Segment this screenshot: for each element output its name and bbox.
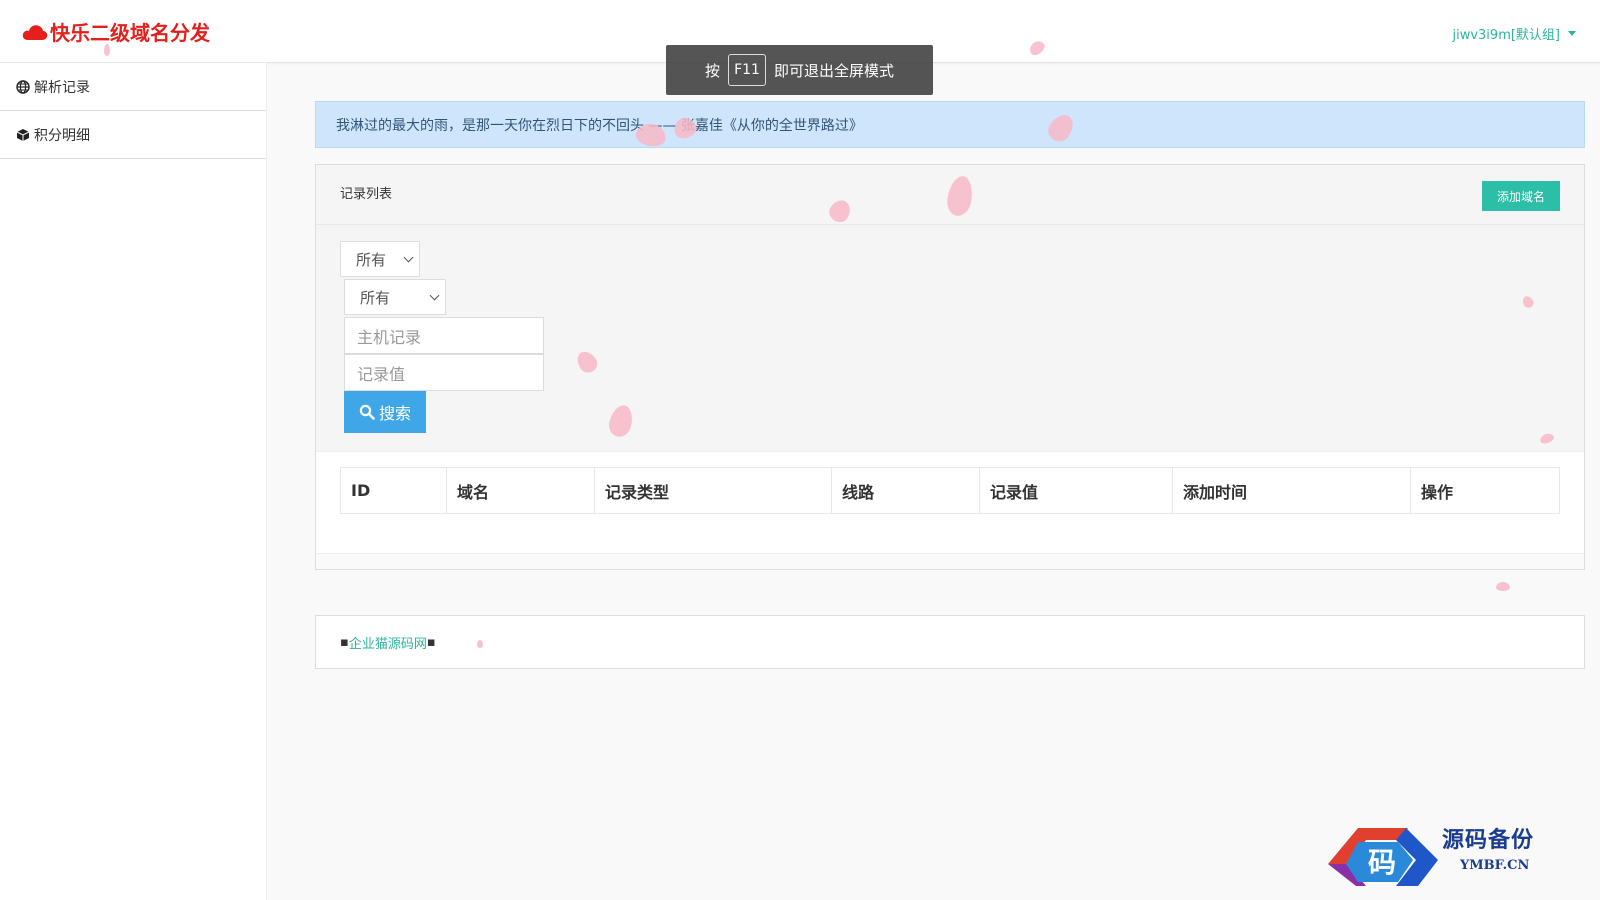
- globe-icon: [16, 79, 30, 94]
- footer-bullet-left: ▪: [340, 634, 349, 650]
- search-button[interactable]: 搜索: [344, 391, 426, 433]
- footer: ▪ 企业猫源码网 ▪: [315, 615, 1585, 669]
- toast-suffix: 即可退出全屏模式: [773, 61, 894, 80]
- sidebar-item-label: 解析记录: [34, 79, 90, 96]
- column-header-add-time[interactable]: 添加时间: [1172, 467, 1411, 514]
- footer-link[interactable]: 企业猫源码网: [349, 633, 427, 652]
- petal-decoration: [104, 44, 110, 56]
- column-header-actions[interactable]: 操作: [1410, 467, 1560, 514]
- sidebar-item-records[interactable]: 解析记录: [0, 63, 266, 111]
- chevron-down-icon: [429, 290, 440, 301]
- watermark-domain: YMBF.CN: [1460, 858, 1530, 873]
- table-header-row: ID 域名 记录类型 线路 记录值 添加时间 操作: [340, 467, 1560, 514]
- records-panel: 记录列表 添加域名 所有 所有 主机记录 记录值 搜索 ID 域名 记录类型 线…: [315, 164, 1585, 570]
- column-header-record-type[interactable]: 记录类型: [594, 467, 832, 514]
- search-button-label: 搜索: [378, 404, 411, 423]
- cloud-icon: [22, 24, 48, 40]
- sidebar-item-label: 积分明细: [34, 127, 90, 144]
- user-name: jiwv3i9m[默认组]: [1452, 28, 1560, 43]
- petal-decoration: [1496, 582, 1510, 591]
- toast-key: F11: [728, 54, 766, 86]
- filter-area: 所有 所有 主机记录 记录值 搜索: [316, 225, 1584, 452]
- column-header-line[interactable]: 线路: [831, 467, 980, 514]
- watermark-title: 源码备份: [1442, 827, 1535, 853]
- sidebar-item-points[interactable]: 积分明细: [0, 111, 266, 159]
- chevron-down-icon: [403, 252, 414, 263]
- host-record-input[interactable]: 主机记录: [344, 317, 544, 354]
- toast-prefix: 按: [705, 61, 721, 80]
- sidebar: 解析记录 积分明细: [0, 63, 267, 900]
- panel-footer: [316, 553, 1584, 569]
- column-header-id[interactable]: ID: [340, 467, 447, 514]
- caret-down-icon: [1568, 31, 1576, 36]
- add-domain-button[interactable]: 添加域名: [1482, 181, 1560, 211]
- brand-title: 快乐二级域名分发: [50, 21, 210, 45]
- cube-icon: [16, 128, 30, 141]
- line-select-value: 所有: [360, 288, 391, 307]
- records-table: ID 域名 记录类型 线路 记录值 添加时间 操作: [340, 467, 1560, 514]
- fullscreen-toast: 按 F11 即可退出全屏模式: [666, 45, 933, 95]
- brand-logo[interactable]: 快乐二级域名分发: [22, 17, 210, 46]
- host-record-placeholder: 主机记录: [357, 327, 422, 347]
- user-menu-dropdown[interactable]: jiwv3i9m[默认组]: [1452, 24, 1576, 43]
- quote-notice: 我淋过的最大的雨，是那一天你在烈日下的不回头 —— 张嘉佳《从你的全世界路过》: [315, 101, 1585, 148]
- type-select[interactable]: 所有: [340, 241, 420, 277]
- type-select-value: 所有: [356, 250, 387, 269]
- notice-text: 我淋过的最大的雨，是那一天你在烈日下的不回头 —— 张嘉佳《从你的全世界路过》: [336, 117, 863, 134]
- search-icon: [359, 404, 375, 420]
- watermark-logo: 码 源码备份 YMBF.CN: [1318, 820, 1578, 890]
- watermark-logo-char: 码: [1368, 846, 1396, 879]
- record-value-placeholder: 记录值: [357, 364, 406, 384]
- watermark-emblem-icon: 码: [1328, 828, 1438, 886]
- column-header-domain[interactable]: 域名: [446, 467, 595, 514]
- petal-decoration: [477, 640, 483, 648]
- column-header-record-value[interactable]: 记录值: [979, 467, 1173, 514]
- line-select[interactable]: 所有: [344, 279, 446, 315]
- panel-title: 记录列表: [340, 187, 393, 202]
- footer-bullet-right: ▪: [426, 634, 436, 650]
- record-value-input[interactable]: 记录值: [344, 354, 544, 391]
